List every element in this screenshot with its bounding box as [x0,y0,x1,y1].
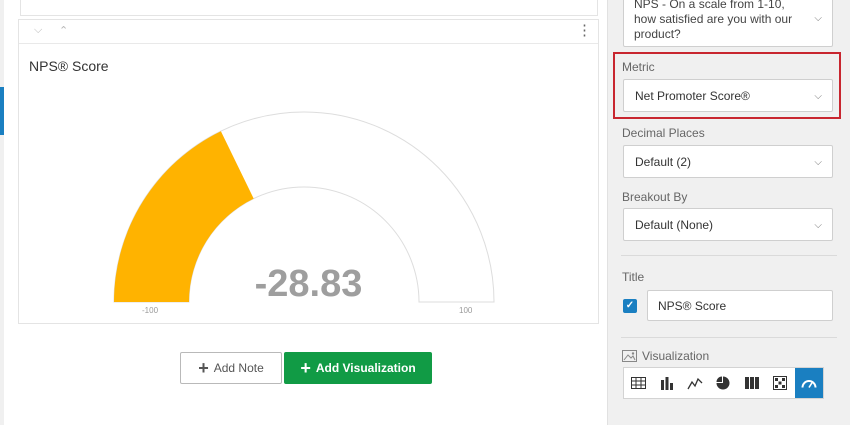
title-checkbox[interactable]: ✓ [623,299,637,313]
report-canvas: ⌵ ⌃ ⋮ NPS® Score -28.83 -100 100 + Add N… [4,0,608,425]
line-chart-icon [687,377,703,390]
title-input-value: NPS® Score [658,298,727,313]
chevron-down-icon: ⌵ [814,220,822,231]
breakdown-bar-icon [744,377,759,389]
add-note-label: Add Note [213,361,264,375]
vis-line-button[interactable] [681,368,709,398]
gauge-value: -28.83 [254,263,363,305]
breakout-by-value: Default (None) [635,217,714,232]
decimal-places-select[interactable]: Default (2) ⌵ [623,145,833,178]
vis-bar-button[interactable] [652,368,680,398]
nps-widget[interactable]: ⌵ ⌃ ⋮ NPS® Score -28.83 -100 100 [18,19,599,324]
table-icon [630,377,646,389]
visualization-label-row: Visualization [622,349,709,363]
vis-table-button[interactable] [624,368,652,398]
plus-icon: + [198,358,209,378]
chevron-down-icon: ⌵ [814,157,822,168]
image-icon [622,350,637,362]
move-down-icon[interactable]: ⌵ [34,24,42,37]
gauge-min-label: -100 [142,306,159,315]
breakout-by-select[interactable]: Default (None) ⌵ [623,208,833,241]
widget-toolbar: ⌵ ⌃ ⋮ [19,20,598,44]
chevron-down-icon: ⌵ [814,13,822,24]
visualization-type-bar [623,367,824,399]
vis-pie-button[interactable] [709,368,737,398]
gauge-icon [801,380,817,388]
chevron-down-icon: ⌵ [814,91,822,102]
question-select[interactable]: NPS - On a scale from 1-10, how satisfie… [623,0,833,47]
add-note-button[interactable]: + Add Note [180,352,282,384]
metric-select[interactable]: Net Promoter Score® ⌵ [623,79,833,112]
metric-select-value: Net Promoter Score® [635,88,750,103]
question-select-value: NPS - On a scale from 1-10, how satisfie… [634,0,793,41]
bar-chart-icon [660,377,673,390]
move-up-icon[interactable]: ⌃ [59,24,68,37]
decimal-places-value: Default (2) [635,154,692,169]
metric-label: Metric [622,60,655,74]
widget-menu-icon[interactable]: ⋮ [577,23,592,39]
previous-widget-edge [20,0,598,16]
vis-breakdown-button[interactable] [738,368,766,398]
pie-chart-icon [716,376,730,390]
add-visualization-label: Add Visualization [315,361,416,375]
settings-panel: NPS - On a scale from 1-10, how satisfie… [609,0,850,425]
panel-divider [621,255,837,256]
panel-divider [621,337,837,338]
title-input[interactable]: NPS® Score [647,290,833,321]
visualization-label: Visualization [642,349,710,363]
gauge-max-label: 100 [459,306,473,315]
decimal-places-label: Decimal Places [622,126,705,140]
heatmap-icon [773,376,788,390]
vis-gauge-button[interactable] [794,368,823,398]
title-label: Title [622,270,645,284]
breakout-by-label: Breakout By [622,190,688,204]
add-visualization-button[interactable]: + Add Visualization [284,352,432,384]
vis-heatmap-button[interactable] [766,368,794,398]
plus-icon: + [300,358,311,378]
